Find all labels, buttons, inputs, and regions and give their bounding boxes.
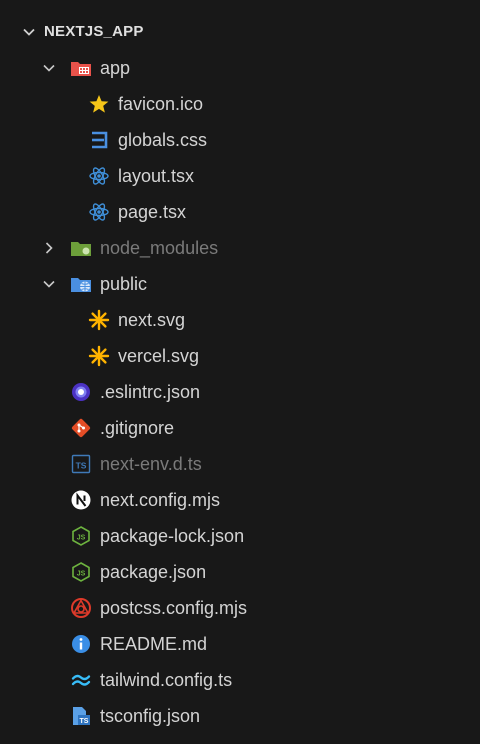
explorer-root-label: NEXTJS_APP [44, 23, 144, 40]
tailwind-icon [71, 674, 91, 686]
typescript-icon: TS [71, 454, 91, 474]
tree-item-label: tsconfig.json [100, 706, 201, 726]
tree-file-gitignore[interactable]: .gitignore [0, 410, 480, 446]
tree-item-label: README.md [100, 634, 208, 654]
tsconfig-icon: TS [73, 707, 90, 725]
tree-file-package-json[interactable]: JS package.json [0, 554, 480, 590]
react-icon [89, 167, 109, 185]
tree-file-next-env[interactable]: TS next-env.d.ts [0, 446, 480, 482]
svg-icon [88, 309, 110, 331]
tree-file-vercel-svg[interactable]: vercel.svg [0, 338, 480, 374]
tree-item-label: .eslintrc.json [100, 382, 201, 402]
tree-file-package-lock[interactable]: JS package-lock.json [0, 518, 480, 554]
chevron-right-icon [45, 242, 53, 254]
tree-file-page-tsx[interactable]: page.tsx [0, 194, 480, 230]
tree-folder-app[interactable]: app [0, 50, 480, 86]
tree-item-label: app [100, 58, 131, 78]
css-icon [92, 131, 108, 149]
tree-item-label: favicon.ico [118, 94, 204, 114]
tree-item-label: next-env.d.ts [100, 454, 202, 474]
tree-item-label: vercel.svg [118, 346, 200, 366]
tree-file-layout-tsx[interactable]: layout.tsx [0, 158, 480, 194]
tree-file-readme[interactable]: README.md [0, 626, 480, 662]
app-folder-icon [71, 62, 91, 76]
svg-icon [88, 345, 110, 367]
file-explorer: NEXTJS_APP app favicon.ico globals.css l… [0, 0, 480, 744]
tree-file-globals-css[interactable]: globals.css [0, 122, 480, 158]
tree-folder-node-modules[interactable]: node_modules [0, 230, 480, 266]
tree-item-label: page.tsx [118, 202, 187, 222]
tree-item-label: package.json [100, 562, 207, 582]
tree-item-label: postcss.config.mjs [100, 598, 248, 618]
svg-text:JS: JS [77, 535, 86, 542]
tree-folder-public[interactable]: public [0, 266, 480, 302]
git-icon [71, 418, 91, 438]
explorer-root[interactable]: NEXTJS_APP [0, 14, 480, 50]
next-icon [71, 490, 91, 510]
chevron-down-icon [43, 280, 55, 288]
tree-item-label: tailwind.config.ts [100, 670, 233, 690]
tree-item-label: node_modules [100, 238, 219, 258]
info-icon [72, 635, 90, 653]
tree-item-label: public [100, 274, 148, 294]
svg-text:TS: TS [76, 461, 87, 471]
tree-file-postcss-config[interactable]: postcss.config.mjs [0, 590, 480, 626]
chevron-down-icon [43, 64, 55, 72]
tree-item-label: layout.tsx [118, 166, 195, 186]
nodejs-icon: JS [72, 526, 90, 546]
tree-file-next-config[interactable]: next.config.mjs [0, 482, 480, 518]
tree-file-tailwind-config[interactable]: tailwind.config.ts [0, 662, 480, 698]
tree-item-label: .gitignore [100, 418, 175, 438]
tree-file-eslintrc[interactable]: .eslintrc.json [0, 374, 480, 410]
react-icon [89, 203, 109, 221]
tree-item-label: globals.css [118, 130, 208, 150]
svg-text:JS: JS [77, 571, 86, 578]
eslint-icon [72, 383, 90, 401]
tree-file-favicon[interactable]: favicon.ico [0, 86, 480, 122]
nodejs-icon: JS [72, 562, 90, 582]
star-icon [89, 95, 109, 113]
tree-item-label: next.svg [118, 310, 186, 330]
node-folder-icon [71, 242, 91, 256]
svg-text:TS: TS [80, 718, 89, 725]
tree-item-label: package-lock.json [100, 526, 245, 546]
tree-file-tsconfig[interactable]: TS tsconfig.json [0, 698, 480, 734]
tree-file-next-svg[interactable]: next.svg [0, 302, 480, 338]
chevron-down-icon [23, 28, 35, 36]
public-folder-icon [71, 278, 91, 292]
postcss-icon [71, 598, 91, 618]
tree-item-label: next.config.mjs [100, 490, 221, 510]
